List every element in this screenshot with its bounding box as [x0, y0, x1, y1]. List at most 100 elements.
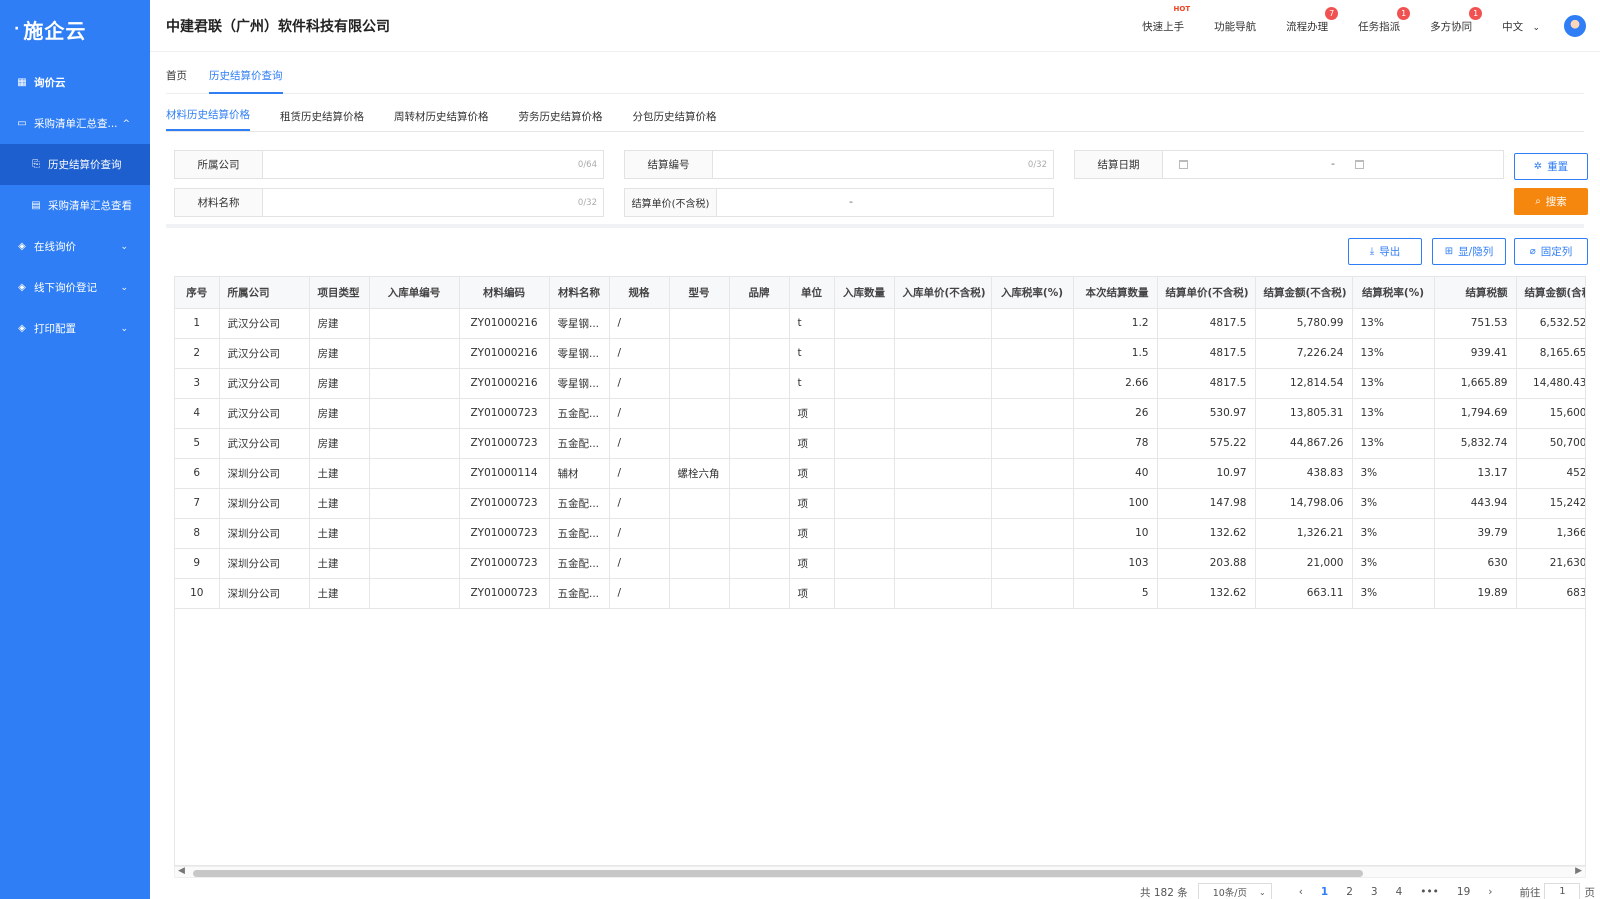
table-cell	[991, 398, 1074, 429]
table-cell	[834, 488, 895, 519]
settle-date-range-input[interactable]: -	[1163, 151, 1503, 178]
download-icon: ⤓	[1369, 246, 1375, 257]
sidebar-item-purchase-view[interactable]: ▤ 采购清单汇总查看	[0, 185, 150, 226]
crumb-home[interactable]: 首页	[166, 62, 187, 94]
table-cell: 零星钢...	[549, 308, 610, 339]
page-size-label: 10条/页	[1212, 888, 1248, 899]
scroll-right-icon[interactable]: ▶	[1575, 866, 1582, 876]
toggle-columns-button[interactable]: ⊞ 显/隐列	[1432, 238, 1506, 265]
export-button[interactable]: ⤓ 导出	[1348, 238, 1422, 265]
sidebar-item-purchase-summary[interactable]: ▭ 采购清单汇总查... ^	[0, 103, 150, 144]
material-filter-label: 材料名称	[175, 189, 263, 216]
settle-no-input[interactable]: 0/32	[713, 151, 1053, 178]
scroll-left-icon[interactable]: ◀	[178, 866, 185, 876]
function-nav-link[interactable]: 功能导航	[1214, 19, 1256, 34]
tab-subcontract-history[interactable]: 分包历史结算价格	[633, 109, 717, 131]
table-row[interactable]: 10 深圳分公司 土建 ZY01000723 五金配... / 项 5 132.62 663.11…	[175, 578, 1585, 609]
table-row[interactable]: 6 深圳分公司 土建 ZY01000114 辅材 / 螺栓六角 项 40 10.97 438.83 3…	[175, 458, 1585, 489]
column-header[interactable]: 结算金额(含税)	[1516, 277, 1585, 309]
quick-start-link[interactable]: 快速上手 HOT	[1142, 5, 1190, 34]
column-header[interactable]: 入库数量	[834, 277, 895, 309]
column-header[interactable]: 本次结算数量	[1073, 277, 1158, 309]
collab-link[interactable]: 多方协同 1	[1430, 6, 1483, 34]
page-size-select[interactable]: 10条/页 ⌄	[1197, 883, 1272, 899]
sidebar-item-history-price[interactable]: ⎘ 历史结算价查询	[0, 144, 150, 185]
table-row[interactable]: 1 武汉分公司 房建 ZY01000216 零星钢... / t 1.2 4817.5 5,780…	[175, 308, 1585, 339]
column-header[interactable]: 型号	[669, 277, 730, 309]
table-cell: 452	[1516, 458, 1585, 489]
reset-button[interactable]: ✲ 重置	[1514, 153, 1588, 180]
table-cell	[894, 428, 992, 459]
document-search-icon: ⎘	[32, 159, 40, 170]
column-header[interactable]: 材料名称	[549, 277, 610, 309]
page-1[interactable]: 1	[1321, 886, 1328, 898]
scrollbar-thumb[interactable]	[193, 870, 1363, 877]
table-cell: 939.41	[1434, 338, 1517, 369]
table-row[interactable]: 8 深圳分公司 土建 ZY01000723 五金配... / 项 10 132.62 1,326.…	[175, 518, 1585, 549]
page-3[interactable]: 3	[1371, 886, 1378, 898]
table-row[interactable]: 2 武汉分公司 房建 ZY01000216 零星钢... / t 1.5 4817.5 7,226…	[175, 338, 1585, 369]
tab-material-history[interactable]: 材料历史结算价格	[166, 107, 250, 131]
column-header[interactable]: 规格	[609, 277, 670, 309]
tab-labor-history[interactable]: 劳务历史结算价格	[519, 109, 603, 131]
table-row[interactable]: 9 深圳分公司 土建 ZY01000723 五金配... / 项 103 203.88 21,00…	[175, 548, 1585, 579]
column-header[interactable]: 入库单编号	[369, 277, 460, 309]
goto-page-input[interactable]: 1	[1544, 883, 1581, 899]
next-page-icon[interactable]: ›	[1488, 886, 1492, 898]
search-button[interactable]: ⌕ 搜索	[1514, 188, 1588, 215]
column-header[interactable]: 序号	[175, 277, 220, 309]
material-input[interactable]: 0/32	[263, 189, 603, 216]
avatar[interactable]	[1564, 15, 1586, 37]
app-logo[interactable]: · 施企云	[0, 0, 150, 58]
prev-page-icon[interactable]: ‹	[1299, 886, 1303, 898]
tab-lease-history[interactable]: 租赁历史结算价格	[280, 109, 364, 131]
column-header[interactable]: 材料编码	[459, 277, 550, 309]
sidebar-item-print-config[interactable]: ◈ 打印配置 ⌄	[0, 308, 150, 349]
table-cell	[369, 308, 460, 339]
table-cell: 深圳分公司	[219, 488, 310, 519]
table-cell: 深圳分公司	[219, 578, 310, 609]
table-cell: 3	[175, 368, 220, 399]
table-cell: /	[609, 458, 670, 489]
table-row[interactable]: 7 深圳分公司 土建 ZY01000723 五金配... / 项 100 147.98 14,79…	[175, 488, 1585, 519]
table-cell: 40	[1073, 458, 1158, 489]
table-cell: 13%	[1352, 428, 1435, 459]
process-link[interactable]: 流程办理 7	[1286, 6, 1339, 34]
column-header[interactable]: 品牌	[729, 277, 790, 309]
table-cell: 土建	[309, 458, 370, 489]
column-header[interactable]: 所属公司	[219, 277, 310, 309]
language-select[interactable]: 中文 ⌄	[1502, 19, 1540, 34]
settle-no-char-count: 0/32	[1027, 160, 1047, 170]
page-19[interactable]: 19	[1457, 886, 1470, 898]
table-row[interactable]: 4 武汉分公司 房建 ZY01000723 五金配... / 项 26 530.97 13,805…	[175, 398, 1585, 429]
price-range-input[interactable]: -	[717, 189, 1053, 216]
column-header[interactable]: 入库单价(不含税)	[894, 277, 992, 309]
crumb-history-price[interactable]: 历史结算价查询	[209, 62, 283, 94]
table-cell	[369, 488, 460, 519]
table-cell: 10.97	[1157, 458, 1256, 489]
column-header[interactable]: 入库税率(%)	[991, 277, 1074, 309]
column-header[interactable]: 结算单价(不含税)	[1157, 277, 1256, 309]
table-cell: 10	[175, 578, 220, 609]
table-row[interactable]: 5 武汉分公司 房建 ZY01000723 五金配... / 项 78 575.22 44,867…	[175, 428, 1585, 459]
column-header[interactable]: 项目类型	[309, 277, 370, 309]
page-2[interactable]: 2	[1346, 886, 1353, 898]
company-input[interactable]: 0/64	[263, 151, 603, 178]
sidebar-item-label: 打印配置	[34, 323, 76, 335]
table-row[interactable]: 3 武汉分公司 房建 ZY01000216 零星钢... / t 2.66 4817.5 12,8…	[175, 368, 1585, 399]
horizontal-scrollbar[interactable]: ◀ ▶	[174, 866, 1586, 878]
task-assign-link[interactable]: 任务指派 1	[1358, 6, 1411, 34]
sidebar-item-inquiry-cloud[interactable]: ▦ 询价云	[0, 62, 150, 103]
more-pages[interactable]: •••	[1420, 886, 1439, 898]
column-header[interactable]: 结算税率(%)	[1352, 277, 1435, 309]
table-cell	[834, 308, 895, 339]
sidebar-item-online-inquiry[interactable]: ◈ 在线询价 ⌄	[0, 226, 150, 267]
table-cell	[729, 458, 790, 489]
sidebar-item-offline-inquiry[interactable]: ◈ 线下询价登记 ⌄	[0, 267, 150, 308]
column-header[interactable]: 单位	[789, 277, 835, 309]
tab-turnover-history[interactable]: 周转材历史结算价格	[394, 109, 489, 131]
page-4[interactable]: 4	[1396, 886, 1403, 898]
column-header[interactable]: 结算金额(不含税)	[1255, 277, 1353, 309]
fix-columns-button[interactable]: ⌀ 固定列	[1514, 238, 1588, 265]
column-header[interactable]: 结算税额	[1434, 277, 1517, 309]
